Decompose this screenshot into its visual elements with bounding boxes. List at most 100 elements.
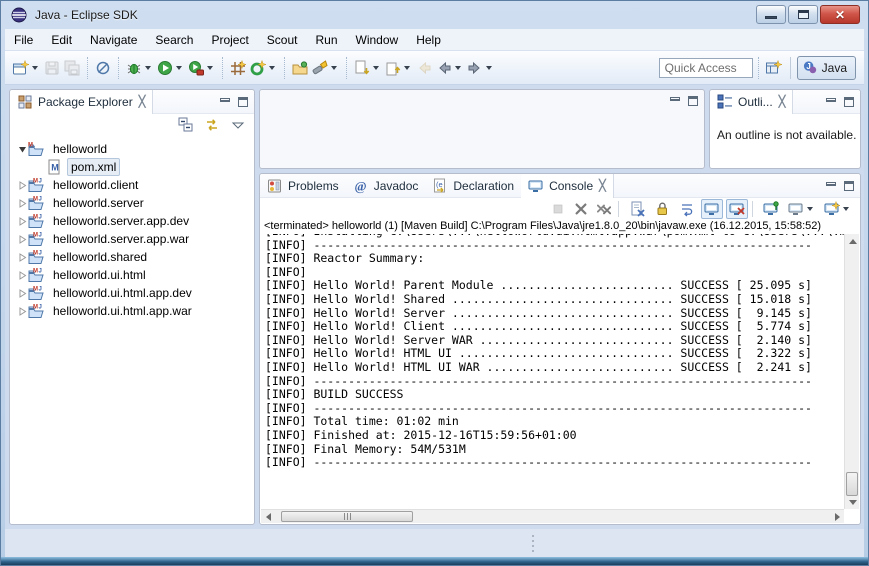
open-resource-button[interactable] — [290, 56, 310, 80]
console-vertical-scrollbar[interactable] — [844, 234, 859, 509]
scroll-left-icon[interactable] — [261, 510, 275, 524]
back-button[interactable] — [434, 56, 465, 80]
save-button[interactable] — [42, 56, 62, 80]
close-view-icon[interactable]: ╳ — [139, 95, 146, 108]
view-menu-button[interactable] — [230, 117, 246, 133]
scroll-down-icon[interactable] — [845, 495, 860, 509]
tab-problems[interactable]: Problems — [260, 174, 346, 198]
menu-run[interactable]: Run — [306, 30, 346, 50]
chevron-down-icon[interactable] — [176, 65, 182, 70]
previous-annotation-button[interactable] — [383, 56, 414, 80]
display-selected-console-button[interactable] — [785, 199, 818, 219]
chevron-down-icon[interactable] — [373, 65, 379, 70]
expand-arrow-icon[interactable] — [16, 216, 28, 226]
chevron-down-icon[interactable] — [269, 65, 275, 70]
remove-all-terminated-button[interactable] — [594, 200, 614, 218]
tab-javadoc[interactable]: @ Javadoc — [346, 174, 426, 198]
expand-arrow-icon[interactable] — [16, 288, 28, 298]
menu-window[interactable]: Window — [347, 30, 408, 50]
maximize-view-icon[interactable] — [238, 96, 248, 107]
run-button[interactable] — [155, 56, 186, 80]
expand-arrow-icon[interactable] — [16, 198, 28, 208]
chevron-down-icon[interactable] — [807, 207, 813, 211]
chevron-down-icon[interactable] — [32, 65, 38, 70]
tab-console[interactable]: Console ╳ — [521, 173, 614, 198]
scout-sdk-button[interactable] — [248, 56, 279, 80]
maximize-button[interactable] — [788, 5, 818, 24]
tree-item-pom.xml[interactable]: Mpom.xml — [10, 158, 254, 176]
minimize-view-icon[interactable] — [670, 97, 680, 101]
open-console-button[interactable] — [821, 199, 854, 219]
scroll-right-icon[interactable] — [830, 510, 844, 524]
remove-launch-button[interactable] — [571, 200, 591, 218]
close-button[interactable]: ✕ — [820, 5, 860, 24]
menu-edit[interactable]: Edit — [42, 30, 81, 50]
link-with-editor-button[interactable] — [204, 117, 220, 133]
pin-console-button[interactable] — [760, 199, 782, 219]
java-perspective-button[interactable]: J Java — [796, 55, 856, 80]
tab-package-explorer[interactable]: Package Explorer ╳ — [10, 89, 154, 114]
expand-arrow-icon[interactable] — [16, 306, 28, 316]
chevron-down-icon[interactable] — [486, 65, 492, 70]
scroll-lock-button[interactable] — [651, 199, 673, 219]
tree-item-helloworld.shared[interactable]: M Jhelloworld.shared — [10, 248, 254, 266]
expand-arrow-icon[interactable] — [16, 252, 28, 262]
maximize-view-icon[interactable] — [688, 96, 698, 106]
vertical-scroll-thumb[interactable] — [846, 472, 858, 496]
console-horizontal-scrollbar[interactable] — [261, 509, 844, 523]
save-all-button[interactable] — [62, 56, 82, 80]
minimize-button[interactable] — [756, 5, 786, 24]
next-annotation-button[interactable] — [352, 56, 383, 80]
debug-button[interactable] — [124, 56, 155, 80]
menu-navigate[interactable]: Navigate — [81, 30, 146, 50]
open-perspective-button[interactable] — [764, 56, 784, 80]
chevron-down-icon[interactable] — [207, 65, 213, 70]
tab-outline[interactable]: Outli... ╳ — [710, 89, 794, 114]
new-wizard-button[interactable] — [11, 56, 42, 80]
scroll-up-icon[interactable] — [845, 234, 860, 248]
collapse-arrow-icon[interactable] — [16, 145, 28, 154]
chevron-down-icon[interactable] — [145, 65, 151, 70]
minimize-view-icon[interactable] — [826, 97, 836, 102]
menu-search[interactable]: Search — [146, 30, 202, 50]
tree-item-helloworld.ui.html.app.war[interactable]: M Jhelloworld.ui.html.app.war — [10, 302, 254, 320]
title-bar[interactable]: Java - Eclipse SDK ✕ — [1, 1, 868, 29]
collapse-all-button[interactable] — [178, 117, 194, 133]
tree-item-helloworld.ui.html[interactable]: M Jhelloworld.ui.html — [10, 266, 254, 284]
chevron-down-icon[interactable] — [843, 207, 849, 211]
menu-project[interactable]: Project — [202, 30, 257, 50]
run-external-tools-button[interactable] — [186, 56, 217, 80]
horizontal-scroll-thumb[interactable] — [281, 511, 413, 522]
close-view-icon[interactable]: ╳ — [779, 95, 786, 108]
expand-arrow-icon[interactable] — [16, 270, 28, 280]
chevron-down-icon[interactable] — [455, 65, 461, 70]
close-tab-icon[interactable]: ╳ — [599, 179, 606, 192]
show-on-stdout-button[interactable] — [701, 199, 723, 219]
expand-arrow-icon[interactable] — [16, 234, 28, 244]
new-scout-object-button[interactable] — [228, 56, 248, 80]
word-wrap-button[interactable] — [676, 199, 698, 219]
menu-help[interactable]: Help — [407, 30, 450, 50]
expand-arrow-icon[interactable] — [16, 180, 28, 190]
menu-file[interactable]: File — [5, 30, 42, 50]
forward-button[interactable] — [465, 56, 496, 80]
tree-item-helloworld.server.app.war[interactable]: M Jhelloworld.server.app.war — [10, 230, 254, 248]
quick-access-input[interactable] — [658, 57, 753, 78]
chevron-down-icon[interactable] — [331, 65, 337, 70]
tree-item-helloworld[interactable]: Mhelloworld — [10, 140, 254, 158]
minimize-view-icon[interactable] — [220, 97, 230, 102]
menu-scout[interactable]: Scout — [258, 30, 307, 50]
tree-item-helloworld.ui.html.app.dev[interactable]: M Jhelloworld.ui.html.app.dev — [10, 284, 254, 302]
tree-item-helloworld.client[interactable]: M Jhelloworld.client — [10, 176, 254, 194]
last-edit-location-button[interactable] — [414, 56, 434, 80]
minimize-view-icon[interactable] — [826, 181, 836, 186]
trim-drag-handle[interactable] — [532, 535, 534, 552]
show-on-stderr-button[interactable] — [726, 199, 748, 219]
editor-area[interactable] — [259, 89, 705, 169]
maximize-view-icon[interactable] — [844, 96, 854, 107]
tab-declaration[interactable]: (e Declaration — [425, 174, 521, 198]
tree-item-helloworld.server[interactable]: M Jhelloworld.server — [10, 194, 254, 212]
terminate-button[interactable] — [548, 200, 568, 218]
skip-all-breakpoints-button[interactable] — [93, 56, 113, 80]
maximize-view-icon[interactable] — [844, 180, 854, 191]
